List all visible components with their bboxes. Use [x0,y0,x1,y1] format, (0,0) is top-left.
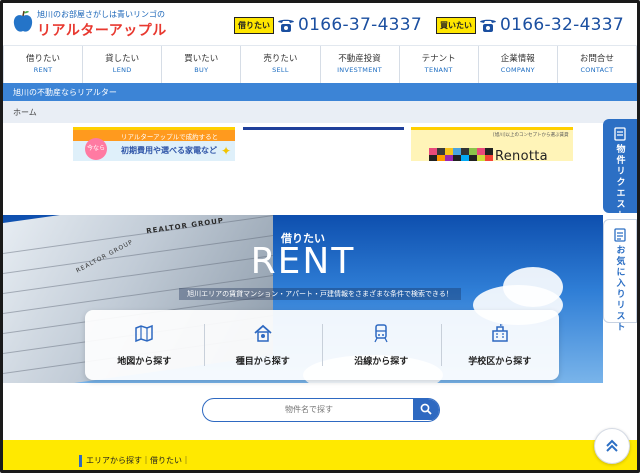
favorites-tab[interactable]: お気に入りリスト [603,219,637,333]
nav-item-label: お問合せ [579,54,614,64]
nav-item-tenant[interactable]: テナント TENANT [398,46,478,83]
nav-item-rent[interactable]: 借りたい RENT [3,46,82,83]
logo-name: リアルターアップル [37,23,167,39]
global-nav: 借りたい RENT 貸したい LEND 買いたい BUY 売りたい SELL 不… [3,45,637,83]
phone-rent-number: 0166-37-4337 [298,15,423,35]
nav-item-sublabel: LEND [112,66,132,74]
nav-item-sublabel: COMPANY [500,66,535,74]
site-logo[interactable]: 旭川のお部屋さがしは青いリンゴの リアルターアップル [13,8,166,40]
favorites-tab-label: お気に入りリスト [614,245,625,333]
scroll-to-top-button[interactable] [594,428,630,464]
nav-item-buy[interactable]: 買いたい BUY [161,46,240,83]
search-by-map[interactable]: 地図から探す [85,310,204,380]
campaign-banner[interactable]: リアルターアップルで成約すると 今なら 初期費用や選べる家電など ✦ [73,127,235,161]
property-name-search [202,398,440,422]
search-option-label: 地図から探す [117,357,172,367]
phone-buy[interactable]: 買いたい 0166-32-4337 [436,14,624,36]
search-icon [420,403,432,415]
phone-buy-number: 0166-32-4337 [500,15,625,35]
site-header: 旭川のお部屋さがしは青いリンゴの リアルターアップル 借りたい 0166-37-… [3,3,637,45]
phone-buy-badge: 買いたい [436,16,476,34]
search-option-label: 学校区から探す [468,357,532,367]
nav-item-sublabel: RENT [33,66,53,74]
nav-item-company[interactable]: 企業情報 COMPANY [477,46,557,83]
renotta-logo-text: Renotta [495,149,548,161]
renotta-banner[interactable]: [旭川]以上のコンセプトから選ぶ賃貸 Renotta [411,127,573,161]
nav-item-label: 不動産投資 [338,54,381,64]
breadcrumb: ホーム [3,101,637,123]
nav-item-label: 売りたい [263,54,298,64]
hero-description: 旭川エリアの賃貸マンション・アパート・戸建情報をさまざまな条件で検索できる！ [179,288,461,300]
document-icon [614,127,626,141]
search-button[interactable] [413,399,439,420]
banner-text: 初期費用や選べる家電など [121,146,217,155]
nav-item-label: 借りたい [26,54,61,64]
nav-item-sublabel: TENANT [424,66,453,74]
nav-item-sublabel: CONTACT [580,66,614,74]
breadcrumb-home[interactable]: ホーム [13,108,37,117]
search-option-label: 沿線から探す [354,357,409,367]
house-icon [254,324,272,342]
nav-item-lend[interactable]: 貸したい LEND [82,46,161,83]
telephone-icon [278,19,294,32]
nav-item-contact[interactable]: お問合せ CONTACT [556,46,637,83]
logo-tagline: 旭川のお部屋さがしは青いリンゴの [37,10,165,19]
search-by-line[interactable]: 沿線から探す [322,310,441,380]
banner-badge: 今なら [85,138,107,160]
phone-rent[interactable]: 借りたい 0166-37-4337 [234,14,422,36]
nav-item-label: 企業情報 [500,54,535,64]
search-by-type[interactable]: 種目から探す [203,310,323,380]
banner-placeholder[interactable] [243,127,404,161]
browser-frame: 旭川のお部屋さがしは青いリンゴの リアルターアップル 借りたい 0166-37-… [0,0,640,473]
nav-item-label: 貸したい [105,54,140,64]
sparkle-icon: ✦ [220,144,231,158]
clipboard-icon [614,228,626,242]
nav-item-sublabel: INVESTMENT [337,66,383,74]
nav-item-label: 買いたい [184,54,219,64]
request-tab[interactable]: 物件リクエスト [603,119,637,221]
map-icon [135,324,153,343]
train-icon [374,324,388,343]
double-chevron-up-icon [606,439,618,452]
nav-item-investment[interactable]: 不動産投資 INVESTMENT [319,46,399,83]
search-input[interactable] [203,399,415,420]
hero-title: RENT [250,241,356,282]
search-options-card: 地図から探す 種目から探す 沿線から探す 学校区から探す [85,310,559,380]
nav-item-sell[interactable]: 売りたい SELL [240,46,319,83]
banner-subtext: [旭川]以上のコンセプトから選ぶ賃貸 [493,133,569,138]
nav-item-sublabel: BUY [194,66,209,74]
school-icon [492,324,508,342]
apple-logo-icon [13,10,33,32]
search-by-school-district[interactable]: 学校区から探す [440,310,560,380]
phone-rent-badge: 借りたい [234,16,274,34]
nav-item-sublabel: SELL [272,66,289,74]
search-option-label: 種目から探す [235,357,290,367]
telephone-icon [480,19,496,32]
site-subbar: 旭川の不動産ならリアルター [3,83,637,101]
mosaic-graphic [429,148,493,161]
area-search-heading: エリアから探す｜借りたい｜ [79,455,190,467]
request-tab-label: 物件リクエスト [614,144,625,221]
nav-item-label: テナント [421,54,456,64]
